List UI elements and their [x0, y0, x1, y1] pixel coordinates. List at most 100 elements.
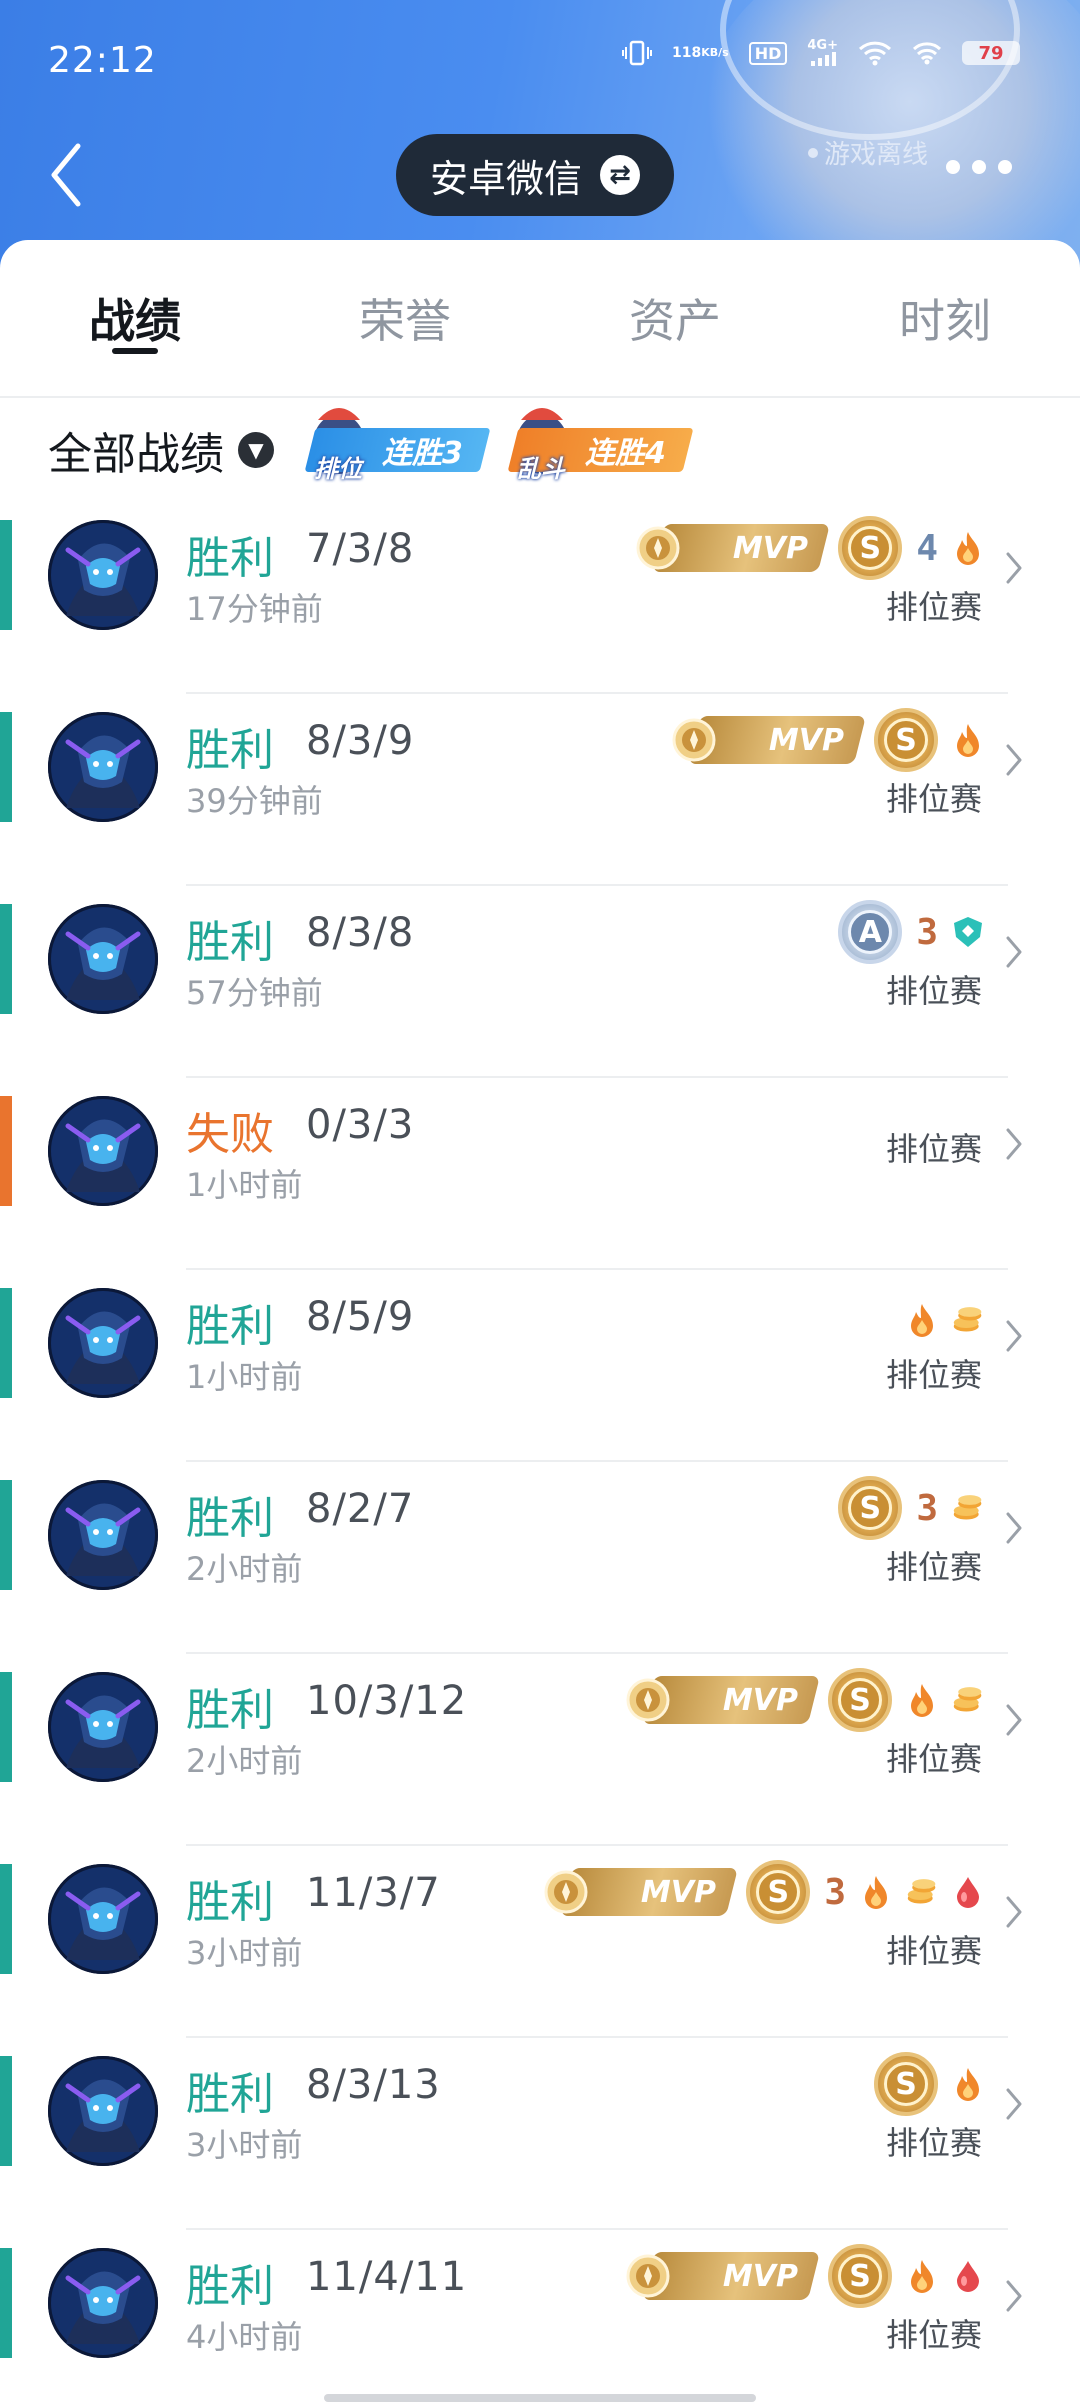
- outcome-bar: [0, 1096, 12, 1206]
- vibrate-icon: [622, 40, 652, 66]
- chevron-down-icon[interactable]: ▼: [238, 432, 274, 468]
- record-filter-label[interactable]: 全部战绩: [48, 418, 224, 482]
- match-row[interactable]: 胜利 8/3/13 3小时前 S 排位赛: [0, 2038, 1080, 2230]
- match-badges: MVP S 4: [636, 516, 984, 580]
- match-row[interactable]: 失败 0/3/3 1小时前 排位赛: [0, 1078, 1080, 1270]
- tab-moments[interactable]: 时刻: [810, 240, 1080, 396]
- mvp-badge: MVP: [636, 524, 831, 572]
- tab-record[interactable]: 战绩: [0, 240, 270, 396]
- outcome-bar: [0, 1864, 12, 1974]
- match-kda: 8/3/9: [306, 718, 415, 764]
- match-row[interactable]: 胜利 7/3/8 17分钟前 MVP S 4 排位赛: [0, 502, 1080, 694]
- hero-avatar: [48, 520, 158, 630]
- match-result: 胜利: [186, 1877, 274, 1928]
- mvp-label: MVP: [641, 1874, 717, 1910]
- match-kda: 0/3/3: [306, 1102, 415, 1148]
- multi-kill-count: 3: [824, 1871, 846, 1913]
- chevron-right-icon: [1006, 2088, 1022, 2120]
- wifi-icon: [858, 40, 892, 66]
- match-badges: MVP S: [626, 2244, 984, 2308]
- match-mode: 排位赛: [885, 1740, 982, 1778]
- match-time-ago: 39分钟前: [186, 782, 323, 820]
- match-mode: 排位赛: [885, 780, 982, 818]
- match-list: 胜利 7/3/8 17分钟前 MVP S 4 排位赛 胜利 8/3/9 39分钟前 MVP S 排位赛胜…: [0, 502, 1080, 2408]
- home-indicator[interactable]: [324, 2394, 756, 2402]
- rating-label: S: [884, 718, 928, 762]
- tab-label: 资产: [629, 294, 721, 348]
- battery-indicator: 79: [962, 41, 1020, 65]
- s-rating-badge: S: [838, 1476, 903, 1540]
- ranked-streak-text: 连胜3: [382, 436, 463, 471]
- more-dot-icon: [946, 160, 960, 174]
- presence-dot-icon: [808, 147, 818, 158]
- match-row[interactable]: 胜利 11/4/11 4小时前 MVP S 排位赛: [0, 2230, 1080, 2408]
- status-icons: 118 KB/s HD 4G+ 79: [622, 39, 1020, 66]
- match-row[interactable]: 胜利 11/3/7 3小时前 MVP S 3 排位赛: [0, 1846, 1080, 2038]
- multi-kill-count: 3: [916, 1487, 938, 1529]
- match-kda: 8/5/9: [306, 1294, 415, 1340]
- match-time-ago: 1小时前: [186, 1166, 303, 1204]
- rating-label: S: [838, 1678, 882, 1722]
- outcome-bar: [0, 712, 12, 822]
- ranked-mode-tag: 排位: [314, 455, 362, 483]
- match-row[interactable]: 胜利 8/3/9 39分钟前 MVP S 排位赛: [0, 694, 1080, 886]
- match-kda: 11/3/7: [306, 1870, 441, 1916]
- match-mode: 排位赛: [885, 1130, 982, 1168]
- coins-icon: [906, 1874, 938, 1910]
- outcome-bar: [0, 520, 12, 630]
- multi-kill-count: 3: [916, 911, 938, 953]
- tab-label: 荣誉: [359, 294, 451, 348]
- coins-icon: [952, 1302, 984, 1338]
- match-row[interactable]: 胜利 8/2/7 2小时前 S 3 排位赛: [0, 1462, 1080, 1654]
- hero-portrait-icon: [48, 520, 158, 630]
- chevron-right-icon: [1006, 2280, 1022, 2312]
- match-row[interactable]: 胜利 8/5/9 1小时前 排位赛: [0, 1270, 1080, 1462]
- chevron-right-icon: [1006, 1704, 1022, 1736]
- match-badges: MVP S 3: [544, 1860, 984, 1924]
- tab-label: 战绩: [89, 294, 181, 348]
- more-dot-icon: [998, 160, 1012, 174]
- match-row[interactable]: 胜利 10/3/12 2小时前 MVP S 排位赛: [0, 1654, 1080, 1846]
- s-rating-badge: S: [874, 2052, 938, 2116]
- hero-avatar: [48, 712, 158, 822]
- match-kda: 8/2/7: [306, 1486, 415, 1532]
- rating-label: S: [756, 1870, 801, 1914]
- hero-portrait-icon: [48, 904, 158, 1014]
- ranked-streak-badge: 连胜3 排位: [304, 408, 491, 483]
- match-mode: 排位赛: [885, 1548, 982, 1586]
- hero-avatar: [48, 1864, 158, 1974]
- hero-portrait-icon: [48, 1672, 158, 1782]
- status-bar: 22:12 118 KB/s HD 4G+ 79: [0, 0, 1080, 120]
- chevron-right-icon: [1006, 1128, 1022, 1160]
- more-options-button[interactable]: [946, 160, 1012, 174]
- match-row[interactable]: 胜利 8/3/8 57分钟前 A 3 排位赛: [0, 886, 1080, 1078]
- back-button[interactable]: [46, 140, 86, 210]
- outcome-bar: [0, 1672, 12, 1782]
- blood-icon: [952, 2258, 984, 2294]
- hero-avatar: [48, 1288, 158, 1398]
- match-kda: 7/3/8: [306, 526, 415, 572]
- hero-avatar: [48, 2056, 158, 2166]
- shield-icon: [952, 914, 984, 950]
- chevron-right-icon: [1006, 936, 1022, 968]
- hero-avatar: [48, 2248, 158, 2358]
- tab-assets[interactable]: 资产: [540, 240, 810, 396]
- chevron-right-icon: [1006, 552, 1022, 584]
- chevron-right-icon: [1006, 1896, 1022, 1928]
- match-badges: MVP S: [626, 1668, 984, 1732]
- brawl-streak-text: 连胜4: [584, 436, 666, 471]
- tab-honor[interactable]: 荣誉: [270, 240, 540, 396]
- match-result: 胜利: [186, 1685, 274, 1736]
- rating-label: S: [884, 2062, 928, 2106]
- chevron-right-icon: [1006, 1320, 1022, 1352]
- match-mode: 排位赛: [885, 2316, 982, 2354]
- hero-portrait-icon: [48, 2248, 158, 2358]
- active-tab-indicator: [112, 348, 158, 354]
- outcome-bar: [0, 1480, 12, 1590]
- fire-icon: [952, 722, 984, 758]
- presence-text: 游戏离线: [824, 140, 929, 170]
- account-switch-button[interactable]: 安卓微信 ⇄: [396, 134, 675, 216]
- hero-portrait-icon: [48, 2056, 158, 2166]
- hero-portrait-icon: [48, 712, 158, 822]
- hero-avatar: [48, 1480, 158, 1590]
